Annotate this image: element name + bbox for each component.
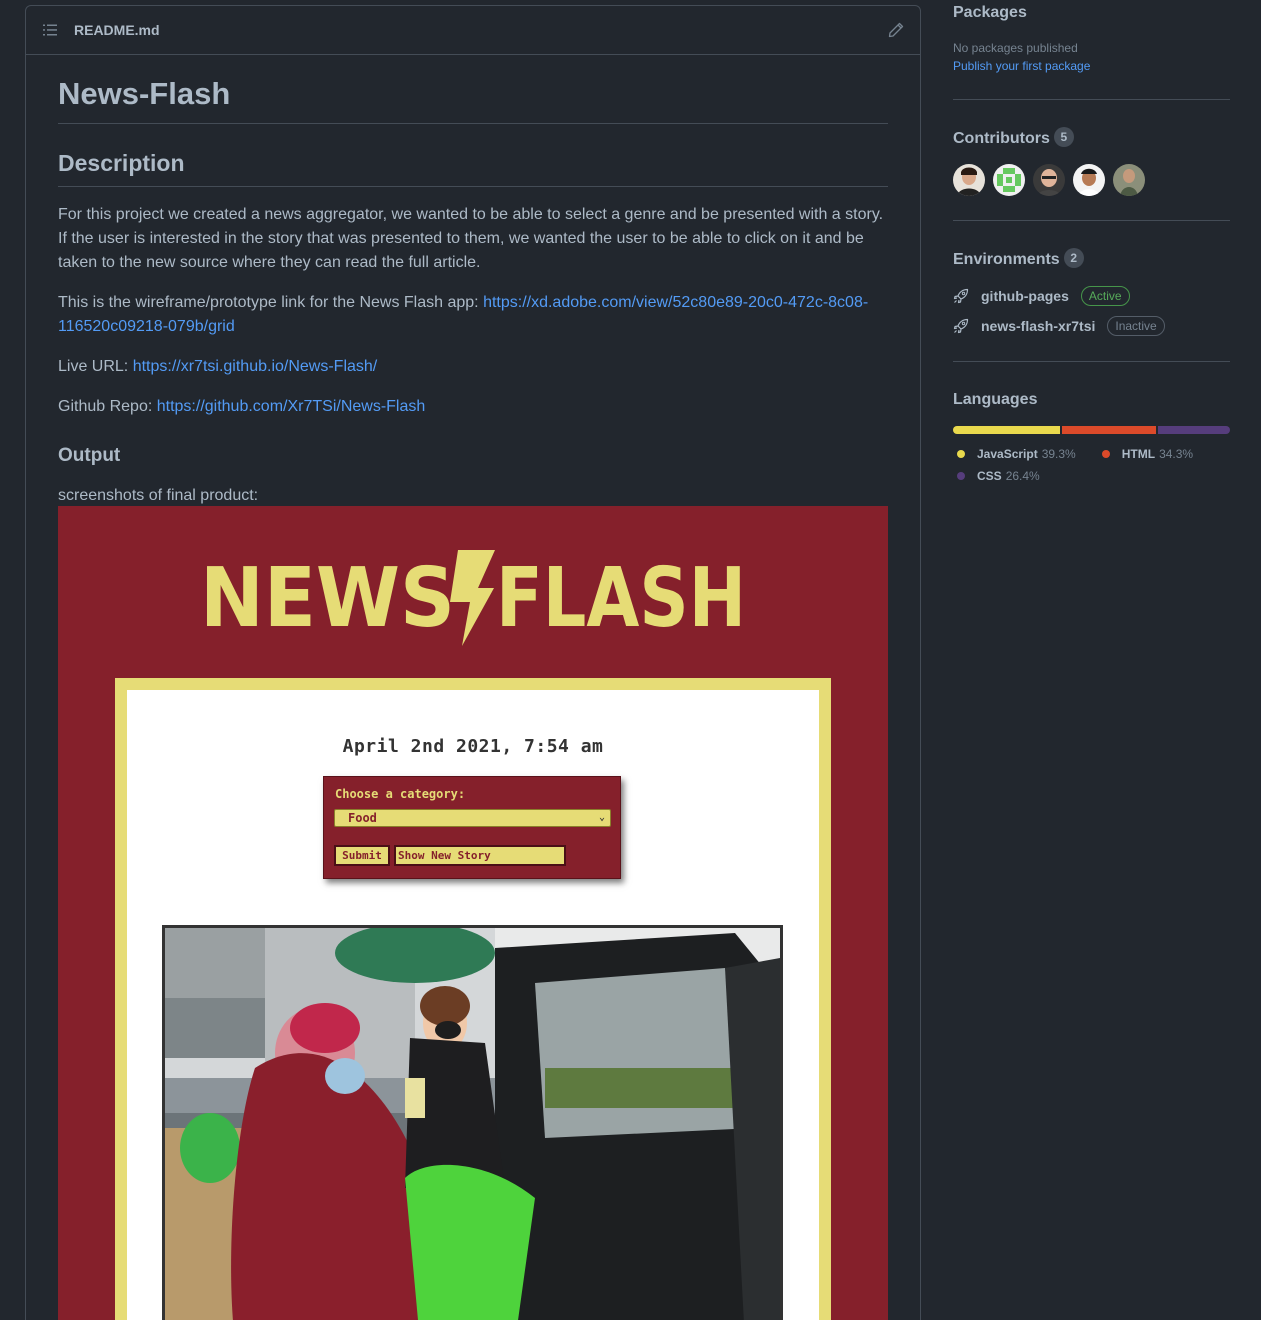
category-selected-value: Food bbox=[348, 811, 377, 825]
category-label: Choose a category: bbox=[335, 787, 466, 801]
sidebar-divider bbox=[953, 99, 1230, 100]
language-name: HTML bbox=[1121, 447, 1156, 461]
language-bar-segment bbox=[1062, 426, 1156, 434]
sidebar-divider bbox=[953, 220, 1230, 221]
contributors-label: Contributors bbox=[953, 130, 1050, 147]
contributors-count: 5 bbox=[1053, 127, 1074, 147]
language-percent: 39.3% bbox=[1041, 447, 1076, 461]
readme-filename: README.md bbox=[74, 22, 160, 38]
environments-label: Environments bbox=[953, 251, 1060, 268]
status-badge: Active bbox=[1080, 286, 1130, 306]
language-dot-icon bbox=[1101, 450, 1110, 458]
environments-heading[interactable]: Environments 2 bbox=[953, 248, 1084, 269]
category-select[interactable]: Food ⌄ bbox=[334, 809, 611, 827]
languages-list: JavaScript 39.3% HTML 34.3% CSS 26.4% bbox=[953, 443, 1230, 487]
languages-heading: Languages bbox=[953, 391, 1038, 408]
languages-bar bbox=[953, 426, 1230, 434]
app-card: April 2nd 2021, 7:54 am Choose a categor… bbox=[115, 678, 831, 1320]
environments-count: 2 bbox=[1063, 248, 1084, 268]
language-item[interactable]: CSS 26.4% bbox=[953, 465, 1040, 487]
environment-item[interactable]: news-flash-xr7tsi Inactive bbox=[953, 311, 1165, 341]
live-url-paragraph: Live URL: https://xr7tsi.github.io/News-… bbox=[58, 355, 888, 379]
sidebar-divider bbox=[953, 361, 1230, 362]
chevron-down-icon: ⌄ bbox=[598, 812, 605, 823]
output-heading: Output bbox=[58, 444, 121, 466]
description-heading: Description bbox=[58, 150, 888, 187]
contributor-avatars bbox=[953, 164, 1145, 196]
environment-list: github-pages Active news-flash-xr7tsi In… bbox=[953, 281, 1165, 341]
repo-paragraph: Github Repo: https://github.com/Xr7TSi/N… bbox=[58, 395, 888, 419]
avatar[interactable] bbox=[953, 164, 985, 196]
rocket-icon bbox=[953, 288, 969, 304]
category-form: Choose a category: Food ⌄ Submit Show Ne… bbox=[323, 776, 621, 879]
live-url-prefix: Live URL: bbox=[58, 357, 133, 375]
app-date: April 2nd 2021, 7:54 am bbox=[342, 736, 604, 757]
language-dot-icon bbox=[957, 472, 965, 480]
packages-heading[interactable]: Packages bbox=[953, 3, 1027, 22]
pencil-icon[interactable] bbox=[888, 22, 904, 38]
language-bar-segment bbox=[953, 426, 1061, 434]
readme-header: README.md bbox=[26, 6, 920, 55]
language-percent: 26.4% bbox=[1005, 469, 1040, 483]
wireframe-paragraph: This is the wireframe/prototype link for… bbox=[58, 291, 888, 339]
repo-prefix: Github Repo: bbox=[58, 397, 157, 415]
story-photo bbox=[162, 925, 783, 1320]
language-name: CSS bbox=[977, 469, 1002, 483]
avatar[interactable] bbox=[1073, 164, 1105, 196]
logo-text-news: NEWS bbox=[200, 551, 455, 646]
avatar[interactable] bbox=[1033, 164, 1065, 196]
logo-text-flash: FLASH bbox=[496, 551, 746, 646]
environment-item[interactable]: github-pages Active bbox=[953, 281, 1165, 311]
no-packages-text: No packages published bbox=[953, 41, 1078, 55]
submit-button[interactable]: Submit bbox=[334, 845, 390, 866]
readme-panel: README.md News-Flash Description For thi… bbox=[25, 5, 921, 1320]
avatar[interactable] bbox=[1113, 164, 1145, 196]
news-flash-logo: NEWS FLASH bbox=[200, 550, 746, 646]
language-name: JavaScript bbox=[977, 447, 1038, 461]
environment-name: github-pages bbox=[981, 288, 1069, 304]
readme-body: News-Flash Description For this project … bbox=[26, 55, 920, 508]
app-screenshot: NEWS FLASH April 2nd 2021, 7:54 am Choos… bbox=[58, 506, 888, 1320]
status-badge: Inactive bbox=[1107, 316, 1165, 336]
readme-title: News-Flash bbox=[58, 55, 888, 125]
app-card-inner: April 2nd 2021, 7:54 am Choose a categor… bbox=[127, 690, 819, 1320]
wireframe-prefix: This is the wireframe/prototype link for… bbox=[58, 293, 484, 311]
repo-link[interactable]: https://github.com/Xr7TSi/News-Flash bbox=[157, 398, 426, 415]
language-percent: 34.3% bbox=[1159, 447, 1194, 461]
avatar[interactable] bbox=[993, 164, 1025, 196]
language-dot-icon bbox=[957, 450, 965, 458]
live-url-link[interactable]: https://xr7tsi.github.io/News-Flash/ bbox=[133, 358, 378, 375]
publish-package-link[interactable]: Publish your first package bbox=[953, 59, 1090, 73]
language-bar-segment bbox=[1157, 426, 1230, 434]
environment-name: news-flash-xr7tsi bbox=[981, 318, 1096, 334]
contributors-heading[interactable]: Contributors 5 bbox=[953, 127, 1074, 148]
lightning-bolt-icon bbox=[450, 550, 495, 646]
description-text: For this project we created a news aggre… bbox=[58, 205, 884, 271]
language-item[interactable]: HTML 34.3% bbox=[1098, 443, 1193, 465]
language-item[interactable]: JavaScript 39.3% bbox=[953, 443, 1076, 465]
show-new-story-button[interactable]: Show New Story bbox=[394, 845, 566, 866]
list-icon[interactable] bbox=[42, 22, 58, 38]
rocket-icon bbox=[953, 318, 969, 334]
screenshots-text: screenshots of final product: bbox=[58, 486, 259, 504]
